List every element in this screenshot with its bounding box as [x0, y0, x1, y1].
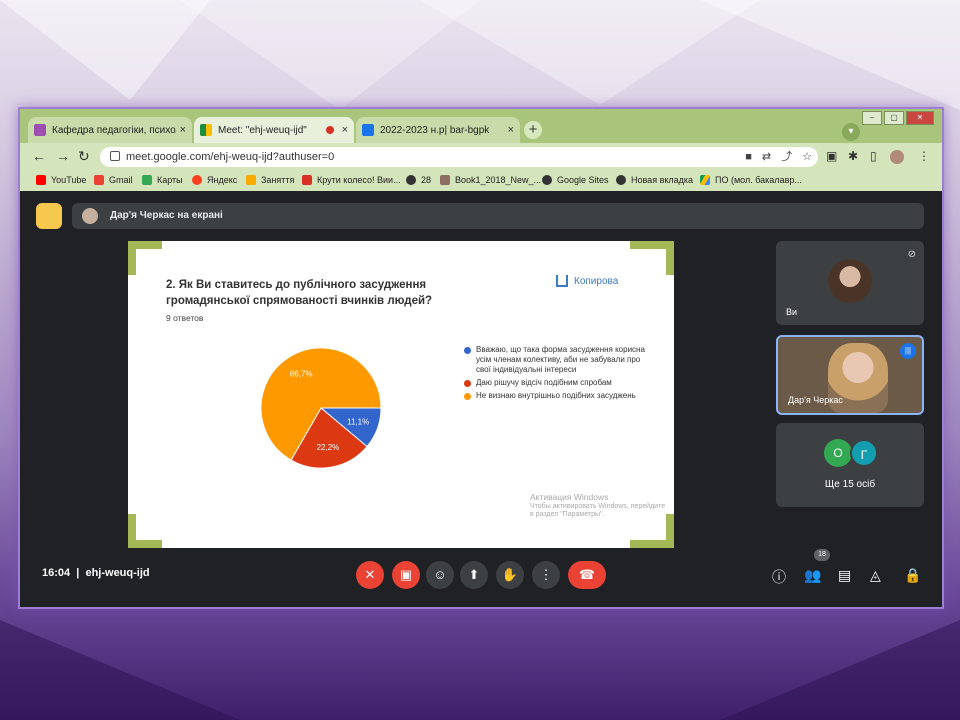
- emoji-button[interactable]: ☺: [426, 561, 454, 589]
- tab-meet[interactable]: Meet: "ehj-weuq-ijd" ×: [194, 117, 354, 143]
- meet-area: Дар'я Черкас на екрані 2. Як Ви ставитес…: [20, 191, 942, 607]
- logo: Копирова: [556, 275, 618, 287]
- raise-hand-button[interactable]: ✋: [496, 561, 524, 589]
- new-tab-button[interactable]: +: [524, 121, 542, 139]
- sites-icon: [362, 124, 374, 136]
- forward-icon[interactable]: →: [56, 148, 70, 164]
- avatar: [828, 259, 872, 303]
- response-count: 9 ответов: [166, 313, 204, 323]
- legend-item: Не визнаю внутрішньо подібних засуджень: [464, 391, 654, 401]
- camera-off-button[interactable]: ▣: [392, 561, 420, 589]
- address-bar[interactable]: meet.google.com/ehj-weuq-ijd?authuser=0 …: [100, 147, 818, 167]
- minimize-button[interactable]: –: [862, 111, 882, 125]
- slide-corner: [666, 514, 674, 548]
- slide-corner: [128, 241, 136, 275]
- menu-dots-icon[interactable]: ⋮: [918, 149, 930, 163]
- avatar: Г: [850, 439, 878, 467]
- mic-off-icon: ⊘: [907, 249, 916, 260]
- question-title: 2. Як Ви ставитесь до публічного засудже…: [166, 279, 433, 307]
- avatar: О: [824, 439, 852, 467]
- sidepanel-icon[interactable]: ▯: [870, 149, 877, 163]
- activities-icon[interactable]: ◬: [870, 567, 881, 584]
- present-button[interactable]: ⬆: [460, 561, 488, 589]
- meet-control-bar: 16:04 | ehj-weuq-ijd ✕ ▣ ☺ ⬆ ✋ ⋮ ☎ ⓘ 👥 1…: [20, 549, 942, 607]
- extension-icon[interactable]: ▣: [826, 149, 837, 163]
- tab-kafedra[interactable]: Кафедра педагогіки, психології ×: [28, 117, 192, 143]
- camera-icon[interactable]: ■: [745, 147, 752, 167]
- chart-legend: Вважаю, що така форма засудження корисна…: [464, 345, 654, 404]
- bookmarks-bar: YouTube Gmail Карты Яндекс Заняття Крути…: [20, 171, 942, 191]
- bookmark-google-sites[interactable]: Google Sites: [542, 175, 609, 185]
- classroom-icon: [34, 124, 46, 136]
- presenter-avatar: [82, 208, 98, 224]
- slide-corner: [666, 241, 674, 275]
- bookmark-youtube[interactable]: YouTube: [36, 175, 86, 185]
- legend-item: Даю рішучу відсіч подібним спробам: [464, 378, 654, 388]
- tab-strip: Кафедра педагогіки, психології × Meet: "…: [20, 109, 942, 143]
- legend-dot: [464, 347, 471, 354]
- participant-count-badge: 18: [814, 549, 830, 561]
- meeting-time: 16:04 | ehj-weuq-ijd: [42, 567, 150, 579]
- browser-toolbar: ← → ↻ meet.google.com/ehj-weuq-ijd?authu…: [20, 143, 942, 171]
- legend-item: Вважаю, що така форма засудження корисна…: [464, 345, 654, 375]
- host-controls-icon[interactable]: 🔒: [904, 567, 921, 584]
- bookmark-wheel[interactable]: Крути колесо! Вии...: [302, 175, 401, 185]
- info-icon[interactable]: ⓘ: [772, 567, 786, 587]
- participant-tile-presenter[interactable]: ||| Дар'я Черкас: [776, 335, 924, 415]
- participant-tile-others[interactable]: О Г Ще 15 осіб: [776, 423, 924, 507]
- bookmark-classes[interactable]: Заняття: [246, 175, 294, 185]
- star-icon[interactable]: ☆: [802, 147, 812, 167]
- close-icon[interactable]: ×: [508, 124, 514, 136]
- maximize-button[interactable]: ▢: [884, 111, 904, 125]
- bookmark-28[interactable]: 28: [406, 175, 431, 185]
- presented-slide: 2. Як Ви ставитесь до публічного засудже…: [128, 241, 674, 548]
- chat-icon[interactable]: ▤: [838, 567, 851, 584]
- participant-tile-self[interactable]: ⊘ Ви: [776, 241, 924, 325]
- bookmark-maps[interactable]: Карты: [142, 175, 183, 185]
- url-text: meet.google.com/ehj-weuq-ijd?authuser=0: [126, 151, 335, 163]
- legend-dot: [464, 393, 471, 400]
- slide-corner: [128, 514, 136, 548]
- mic-off-button[interactable]: ✕: [356, 561, 384, 589]
- slice-label: 66,7%: [290, 370, 313, 379]
- bookmark-drive[interactable]: ПО (мол. бакалавр...: [700, 175, 802, 185]
- more-options-button[interactable]: ⋮: [532, 561, 560, 589]
- presenting-banner: Дар'я Черкас на екрані: [72, 203, 924, 229]
- back-icon[interactable]: ←: [32, 148, 46, 164]
- translate-icon[interactable]: ⇄: [762, 147, 771, 167]
- chevron-down-icon[interactable]: ▾: [842, 123, 860, 141]
- people-icon[interactable]: 👥: [804, 567, 821, 584]
- end-call-button[interactable]: ☎: [568, 561, 606, 589]
- bookmark-yandex[interactable]: Яндекс: [192, 175, 237, 185]
- bookmark-gmail[interactable]: Gmail: [94, 175, 133, 185]
- slice-label: 11,1%: [347, 418, 369, 427]
- bookmark-book1[interactable]: Book1_2018_New_...: [440, 175, 541, 185]
- tab-sites[interactable]: 2022-2023 н.р| bar-bgpk ×: [356, 117, 520, 143]
- browser-window: Кафедра педагогіки, психології × Meet: "…: [18, 107, 944, 609]
- recording-icon: [325, 126, 334, 134]
- logo-icon: [556, 275, 568, 287]
- window-controls: – ▢ ✕: [862, 111, 934, 125]
- close-icon[interactable]: ×: [342, 124, 348, 136]
- lock-icon: [110, 151, 120, 161]
- speaking-icon: |||: [900, 343, 916, 359]
- close-window-button[interactable]: ✕: [906, 111, 934, 125]
- screen-share-icon[interactable]: [36, 203, 62, 229]
- bookmark-new-tab[interactable]: Новая вкладка: [616, 175, 693, 185]
- profile-avatar[interactable]: [890, 150, 904, 164]
- slice-label: 22,2%: [317, 443, 340, 452]
- puzzle-icon[interactable]: ✱: [848, 149, 858, 163]
- legend-dot: [464, 380, 471, 387]
- share-icon[interactable]: ⤴: [781, 147, 792, 167]
- windows-activation-watermark: Активация Windows Чтобы активировать Win…: [530, 492, 666, 518]
- reload-icon[interactable]: ↻: [78, 148, 90, 165]
- pie-chart: 11,1% 22,2% 66,7%: [260, 347, 382, 469]
- meet-icon: [200, 124, 212, 136]
- close-icon[interactable]: ×: [180, 124, 186, 136]
